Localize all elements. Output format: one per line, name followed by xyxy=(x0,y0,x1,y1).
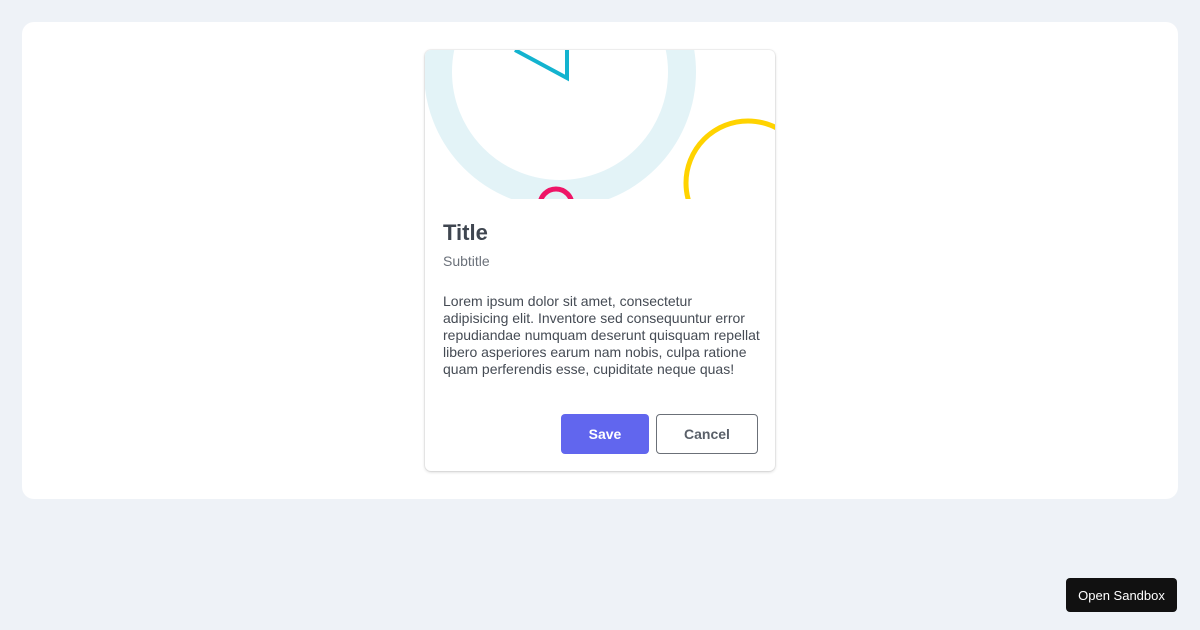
decorative-shapes-illustration xyxy=(425,50,775,199)
card-media xyxy=(425,50,775,199)
yellow-ring-shape xyxy=(683,118,775,199)
cancel-button[interactable]: Cancel xyxy=(656,414,758,454)
open-sandbox-button[interactable]: Open Sandbox xyxy=(1066,578,1177,612)
card-subtitle: Subtitle xyxy=(443,253,490,269)
large-ring-shape xyxy=(425,50,696,199)
card: Title Subtitle Lorem ipsum dolor sit ame… xyxy=(425,50,775,471)
save-button[interactable]: Save xyxy=(561,414,649,454)
card-body-text: Lorem ipsum dolor sit amet, consectetur … xyxy=(443,293,760,377)
triangle-shape xyxy=(514,50,569,82)
card-title: Title xyxy=(443,220,488,245)
